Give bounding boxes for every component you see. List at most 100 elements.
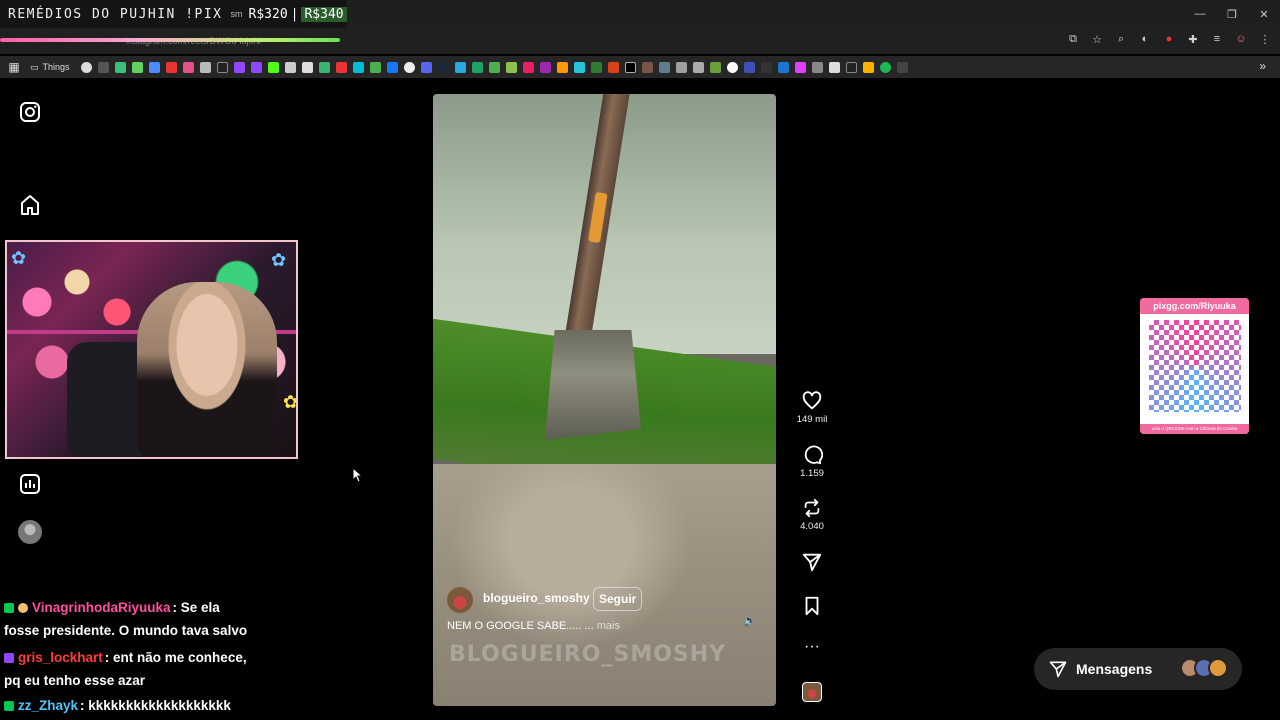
stream-progress-bar xyxy=(0,38,340,42)
bookmarks-bar: ▦ ▭ Things » xyxy=(0,56,1280,78)
comment-action[interactable]: 1.159 xyxy=(790,444,834,479)
send-icon[interactable] xyxy=(801,551,823,573)
bookmark-favicon[interactable] xyxy=(250,61,262,73)
bookmark-favicon[interactable] xyxy=(692,61,704,73)
chevron-right-icon[interactable]: » xyxy=(1259,59,1266,73)
bookmark-icon[interactable] xyxy=(801,595,823,617)
zoom-icon[interactable]: ⌕ xyxy=(1114,32,1128,46)
bookmark-favicon[interactable] xyxy=(879,61,891,73)
restore-icon[interactable]: ❐ xyxy=(1216,8,1248,21)
reading-list-icon[interactable]: ≡ xyxy=(1210,32,1224,46)
chat-text-continued: pq eu tenho esse azar xyxy=(4,673,146,688)
bookmark-favicon[interactable] xyxy=(267,61,279,73)
bookmark-favicon[interactable] xyxy=(641,61,653,73)
profile-avatar-icon[interactable] xyxy=(18,520,42,544)
bookmark-favicon[interactable] xyxy=(726,61,738,73)
bookmark-favicon[interactable] xyxy=(97,61,109,73)
star-icon[interactable]: ☆ xyxy=(1090,32,1104,46)
messages-button[interactable]: Mensagens xyxy=(1034,648,1242,690)
apps-grid-icon[interactable]: ▦ xyxy=(6,59,22,75)
bookmark-favicon[interactable] xyxy=(607,61,619,73)
bookmark-favicon[interactable] xyxy=(216,61,228,73)
install-icon[interactable]: ⧉ xyxy=(1066,32,1080,46)
bookmark-favicon[interactable] xyxy=(454,61,466,73)
webcam-overlay: ✿ ✿ ✿ xyxy=(5,240,298,459)
comment-icon[interactable] xyxy=(801,444,823,466)
repost-action[interactable]: 4.040 xyxy=(790,497,834,532)
save-action[interactable] xyxy=(790,595,834,617)
bookmark-favicon[interactable] xyxy=(794,61,806,73)
chat-badge-icon xyxy=(4,653,14,663)
bookmark-folder-label: Things xyxy=(42,62,70,72)
bookmark-favicon[interactable] xyxy=(437,61,449,73)
bookmark-favicon[interactable] xyxy=(828,61,840,73)
bookmark-favicon[interactable] xyxy=(335,61,347,73)
profile-avatar[interactable]: ☺ xyxy=(1234,32,1248,46)
minimize-icon[interactable]: — xyxy=(1184,8,1216,20)
bookmark-favicon[interactable] xyxy=(811,61,823,73)
volume-icon[interactable]: 🔈 xyxy=(743,614,759,630)
bookmark-favicon[interactable] xyxy=(369,61,381,73)
window-controls: — ❐ ✕ xyxy=(1184,0,1280,28)
bookmark-favicon[interactable] xyxy=(165,61,177,73)
bookmark-favicon[interactable] xyxy=(845,61,857,73)
author-avatar[interactable] xyxy=(447,587,473,613)
author-name[interactable]: blogueiro_smoshy xyxy=(483,591,590,605)
bookmark-favicon[interactable] xyxy=(403,61,415,73)
extension-icon[interactable]: ◐ xyxy=(1138,32,1152,46)
reel-video[interactable]: BLOGUEIRO_SMOSHY blogueiro_smoshy Seguir… xyxy=(433,94,776,706)
audio-thumbnail[interactable] xyxy=(802,682,822,702)
bookmark-favicon[interactable] xyxy=(420,61,432,73)
bookmark-favicon[interactable] xyxy=(658,61,670,73)
chat-username: gris_lockhart xyxy=(18,650,103,665)
bookmark-favicon[interactable] xyxy=(182,61,194,73)
bookmark-favicon[interactable] xyxy=(148,61,160,73)
bookmark-favicon[interactable] xyxy=(471,61,483,73)
more-options-icon[interactable]: ··· xyxy=(790,638,834,656)
bookmark-favicon[interactable] xyxy=(556,61,568,73)
share-action[interactable] xyxy=(790,551,834,573)
like-action[interactable]: 149 mil xyxy=(790,390,834,425)
audio-action[interactable] xyxy=(790,682,834,702)
bookmark-favicon[interactable] xyxy=(896,61,908,73)
instagram-logo-icon[interactable] xyxy=(18,100,42,124)
bookmark-favicon[interactable] xyxy=(760,61,772,73)
puzzle-icon[interactable]: ✚ xyxy=(1186,32,1200,46)
bookmark-favicon[interactable] xyxy=(675,61,687,73)
bookmark-favicon[interactable] xyxy=(284,61,296,73)
menu-icon[interactable]: ⋮ xyxy=(1258,32,1272,46)
caption-more-link[interactable]: mais xyxy=(597,620,620,632)
bookmark-favicon[interactable] xyxy=(539,61,551,73)
flower-icon: ✿ xyxy=(283,392,298,412)
follow-button[interactable]: Seguir xyxy=(593,587,643,611)
bookmark-favicon[interactable] xyxy=(777,61,789,73)
bookmark-favicon[interactable] xyxy=(505,61,517,73)
bookmark-favicon[interactable] xyxy=(131,61,143,73)
bookmark-favicon[interactable] xyxy=(522,61,534,73)
bookmark-favicon[interactable] xyxy=(301,61,313,73)
chat-text: : Se ela xyxy=(172,600,220,615)
bookmark-favicon[interactable] xyxy=(318,61,330,73)
bookmark-favicon[interactable] xyxy=(352,61,364,73)
heart-icon[interactable] xyxy=(801,390,823,412)
close-icon[interactable]: ✕ xyxy=(1248,8,1280,21)
bookmark-favicon[interactable] xyxy=(488,61,500,73)
repost-icon[interactable] xyxy=(801,497,823,519)
bookmark-folder[interactable]: ▭ Things xyxy=(30,62,70,73)
folder-icon: ▭ xyxy=(30,61,39,72)
bookmark-favicon[interactable] xyxy=(114,61,126,73)
bookmark-favicon[interactable] xyxy=(590,61,602,73)
dashboard-icon[interactable] xyxy=(18,472,42,496)
adblock-icon[interactable]: ● xyxy=(1162,32,1176,46)
bookmark-favicon[interactable] xyxy=(80,61,92,73)
bookmark-favicon[interactable] xyxy=(573,61,585,73)
bookmark-favicon[interactable] xyxy=(199,61,211,73)
bookmark-favicon[interactable] xyxy=(233,61,245,73)
bookmark-favicon[interactable] xyxy=(624,61,636,73)
bookmark-favicon[interactable] xyxy=(862,61,874,73)
bookmark-favicon[interactable] xyxy=(709,61,721,73)
home-icon[interactable] xyxy=(18,193,42,217)
chat-text-continued: fosse presidente. O mundo tava salvo xyxy=(4,623,248,638)
bookmark-favicon[interactable] xyxy=(386,61,398,73)
bookmark-favicon[interactable] xyxy=(743,61,755,73)
